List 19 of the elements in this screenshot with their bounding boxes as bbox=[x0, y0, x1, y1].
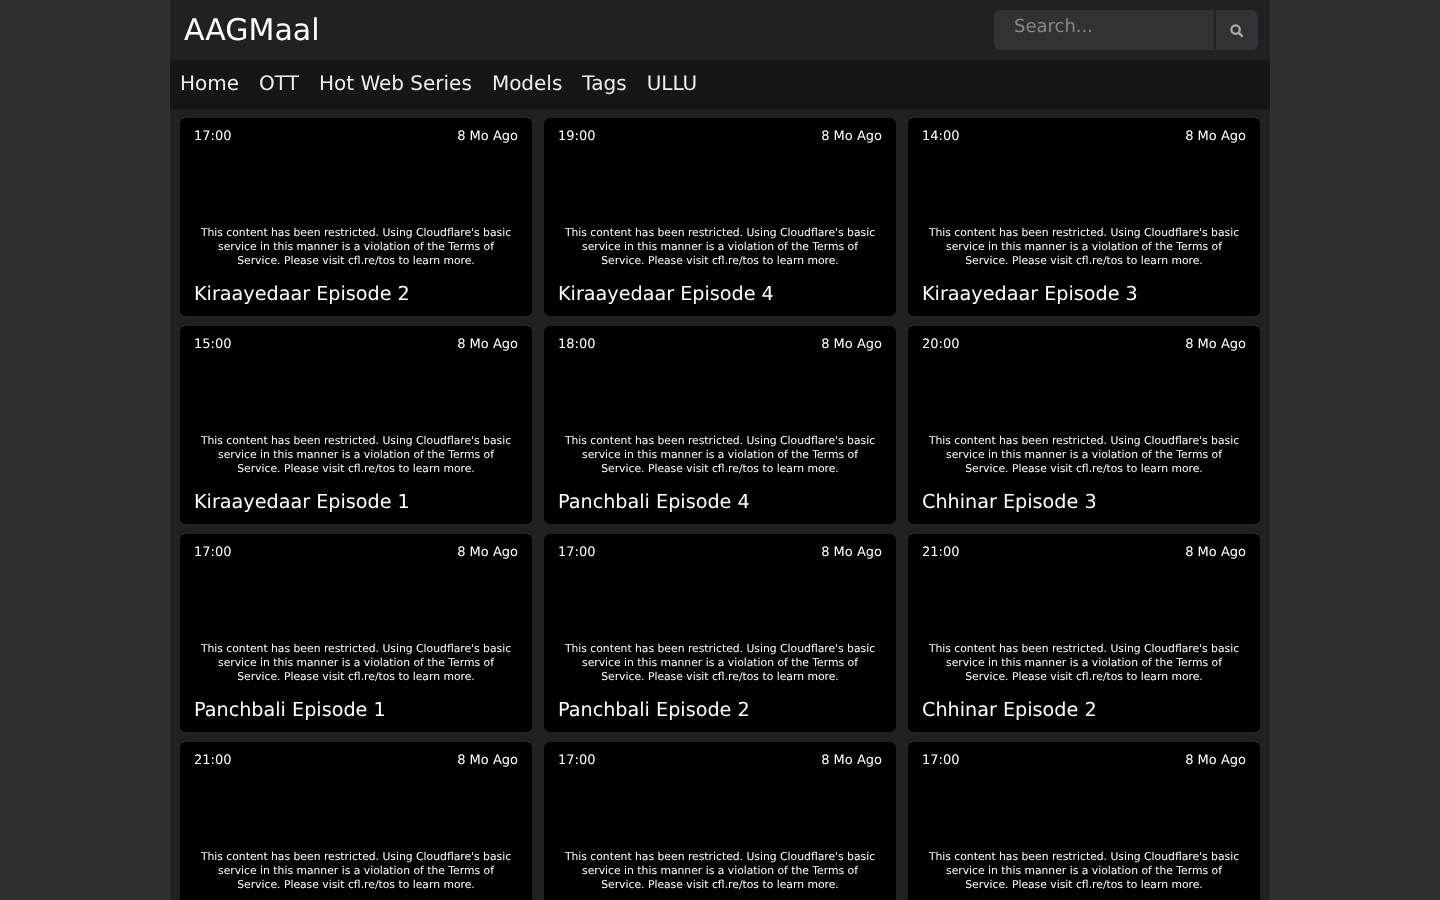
video-title[interactable]: Chhinar Episode 3 bbox=[922, 489, 1246, 518]
video-title[interactable]: Panchbali Episode 1 bbox=[194, 697, 518, 726]
video-title[interactable]: Panchbali Episode 2 bbox=[558, 697, 882, 726]
nav-link[interactable]: OTT bbox=[249, 60, 309, 110]
video-title[interactable]: Panchbali Episode 4 bbox=[558, 489, 882, 518]
search-field[interactable]: Search... bbox=[994, 10, 1214, 50]
nav-link[interactable]: Hot Web Series bbox=[308, 60, 482, 110]
video-title[interactable]: Kiraayedaar Episode 1 bbox=[194, 489, 518, 518]
nav-link[interactable]: ULLU bbox=[636, 60, 708, 110]
nav-link[interactable]: Tags bbox=[572, 60, 637, 110]
search-icon bbox=[1230, 23, 1244, 37]
site-title[interactable]: AAGMaal bbox=[184, 7, 320, 53]
search-button[interactable] bbox=[1214, 10, 1258, 50]
video-title[interactable]: Chhinar Episode 2 bbox=[922, 697, 1246, 726]
video-title[interactable]: Kiraayedaar Episode 3 bbox=[922, 281, 1246, 310]
nav-link[interactable]: Models bbox=[481, 60, 573, 110]
video-title[interactable]: Kiraayedaar Episode 2 bbox=[194, 281, 518, 310]
video-title[interactable]: Kiraayedaar Episode 4 bbox=[558, 281, 882, 310]
nav-link[interactable]: Home bbox=[170, 60, 250, 110]
